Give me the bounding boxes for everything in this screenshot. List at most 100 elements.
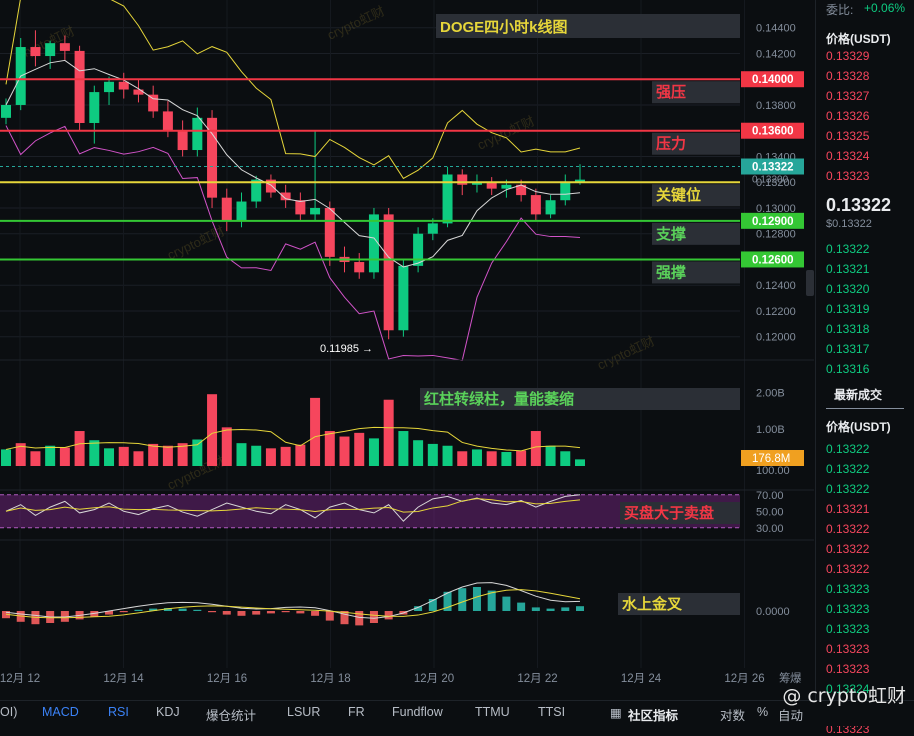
tab-ttmu[interactable]: TTMU [475, 705, 510, 719]
orderbook-bid-row[interactable]: 0.13319 [826, 302, 869, 316]
candle-body [59, 43, 70, 51]
volume-bar [148, 443, 159, 466]
volume-bar [118, 446, 129, 466]
volume-bar [442, 445, 453, 466]
candle-body [221, 197, 232, 221]
volume-bar [59, 447, 70, 466]
macd-histogram-bar [546, 608, 555, 611]
candle-body [310, 207, 321, 215]
candle-body [295, 200, 306, 215]
orderbook-ask-row[interactable]: 0.13323 [826, 169, 869, 183]
orderbook-ask-row[interactable]: 0.13329 [826, 49, 869, 63]
tab-爆仓统计[interactable]: 爆仓统计 [206, 705, 256, 724]
volume-bar [398, 431, 409, 466]
candle-body [192, 117, 203, 151]
tab-lsur[interactable]: LSUR [287, 705, 320, 719]
orderbook-bid-row[interactable]: 0.13320 [826, 282, 869, 296]
trade-row[interactable]: 0.13323 [826, 662, 869, 676]
orderbook-ask-row[interactable]: 0.13326 [826, 109, 869, 123]
volume-bar [427, 443, 438, 466]
trade-row[interactable]: 0.13322 [826, 542, 869, 556]
macd-histogram-bar [517, 602, 526, 611]
level-label: 支撑 [655, 225, 686, 243]
candle-body [162, 111, 173, 131]
chart-area[interactable]: 0.144000.142000.140000.138000.136000.134… [0, 0, 815, 700]
tab-community-indicators[interactable]: 社区指标 [628, 705, 678, 724]
macd-histogram-bar [252, 611, 261, 615]
volume-y-tick: 2.00B [756, 387, 785, 399]
y-tick-label: 0.14200 [756, 48, 796, 60]
macd-histogram-bar [369, 611, 378, 623]
x-tick-label: 12月 20 [414, 673, 454, 685]
candle-body [45, 43, 56, 57]
volume-tag-text: 176.8M [752, 453, 790, 465]
candle-body [118, 81, 129, 90]
volume-bar [162, 445, 173, 466]
trade-row[interactable]: 0.13322 [826, 462, 869, 476]
tab-macd[interactable]: MACD [42, 705, 79, 719]
x-tick-label: 12月 14 [103, 673, 144, 685]
candle-body [457, 174, 468, 185]
tab-ttsi[interactable]: TTSI [538, 705, 565, 719]
grid-icon[interactable]: ▦ [610, 705, 622, 720]
candle-body [89, 92, 100, 123]
orderbook-ask-row[interactable]: 0.13328 [826, 69, 869, 83]
level-price-tag-text: 0.12600 [752, 254, 794, 266]
volume-bar [383, 399, 394, 466]
brand-watermark: @ crypto虹财 [782, 685, 906, 707]
tab-kdj[interactable]: KDJ [156, 705, 180, 719]
trade-row[interactable]: 0.13323 [826, 642, 869, 656]
orderbook-bid-row[interactable]: 0.13322 [826, 242, 869, 256]
toggle-log[interactable]: 对数 [720, 705, 745, 724]
tab-fr[interactable]: FR [348, 705, 365, 719]
orderbook-bid-row[interactable]: 0.13321 [826, 262, 869, 276]
macd-histogram-bar [119, 611, 128, 613]
volume-bar [516, 450, 527, 466]
rsi-panel-title: 买盘大于卖盘 [624, 504, 714, 522]
orderbook-bid-row[interactable]: 0.13316 [826, 362, 869, 376]
volume-bar [251, 445, 262, 466]
volume-bar [560, 451, 571, 466]
orderbook-last-price-usd: $0.13322 [826, 218, 872, 230]
rsi-y-tick: 70.00 [756, 490, 784, 502]
tab-fundflow[interactable]: Fundflow [392, 705, 443, 719]
change-label: 委比: [826, 3, 854, 17]
tab-oi[interactable]: OI) [0, 705, 17, 719]
candle-body [74, 50, 85, 123]
orderbook-last-price: 0.13322 [826, 195, 892, 215]
volume-bar [471, 449, 482, 466]
level-price-tag-text: 0.12900 [752, 216, 794, 228]
trade-row[interactable]: 0.13321 [826, 502, 869, 516]
trade-row[interactable]: 0.13322 [826, 522, 869, 536]
x-tick-label: 12月 16 [207, 673, 247, 685]
tab-rsi[interactable]: RSI [108, 705, 129, 719]
orderbook-bid-row[interactable]: 0.13318 [826, 322, 869, 336]
candle-body [427, 223, 438, 234]
trade-row[interactable]: 0.13322 [826, 442, 869, 456]
orderbook-ask-row[interactable]: 0.13327 [826, 89, 869, 103]
volume-bar [324, 431, 335, 466]
y-tick-label: 0.12800 [756, 229, 796, 241]
trade-row[interactable]: 0.13322 [826, 562, 869, 576]
volume-bar [192, 439, 203, 466]
orderbook-ask-row[interactable]: 0.13324 [826, 149, 869, 163]
x-tick-label: 12月 26 [724, 673, 764, 685]
trade-row[interactable]: 0.13323 [826, 582, 869, 596]
trade-row[interactable]: 0.13322 [826, 482, 869, 496]
candle-body [30, 47, 41, 57]
orderbook-bid-row[interactable]: 0.13317 [826, 342, 869, 356]
macd-histogram-bar [237, 611, 246, 616]
orderbook-ask-row[interactable]: 0.13325 [826, 129, 869, 143]
trade-row[interactable]: 0.13323 [826, 622, 869, 636]
volume-bar [265, 448, 276, 466]
macd-histogram-bar [178, 608, 187, 611]
candle-body [324, 207, 335, 257]
watermark: crypto虹财 [475, 113, 537, 153]
trade-row[interactable]: 0.13323 [826, 602, 869, 616]
macd-histogram-bar [325, 611, 334, 621]
candle-body [560, 182, 571, 201]
volume-bar [545, 445, 556, 466]
level-label: 压力 [656, 135, 686, 153]
toggle-percent[interactable]: % [757, 705, 768, 719]
macd-histogram-bar [281, 611, 290, 613]
